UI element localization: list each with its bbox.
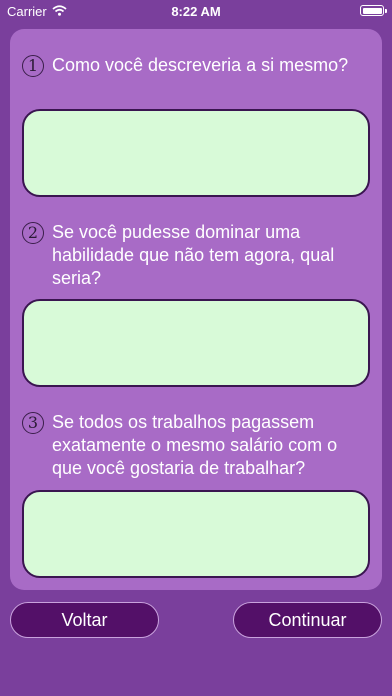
back-button[interactable]: Voltar	[10, 602, 159, 638]
question-text: Se você pudesse dominar uma habilidade q…	[52, 222, 335, 288]
question-1: 1 Como você descreveria a si mesmo?	[22, 54, 362, 77]
status-time: 8:22 AM	[171, 4, 221, 19]
answer-field-2[interactable]	[22, 299, 370, 387]
answer-field-3[interactable]	[22, 490, 370, 578]
question-2: 2 Se você pudesse dominar uma habilidade…	[22, 221, 362, 290]
battery-icon	[360, 5, 387, 16]
question-number-badge: 2	[22, 222, 44, 244]
question-number-badge: 1	[22, 55, 44, 77]
continue-button[interactable]: Continuar	[233, 602, 382, 638]
question-number-badge: 3	[22, 412, 44, 434]
battery-level-fill	[362, 7, 382, 14]
question-3: 3 Se todos os trabalhos pagassem exatame…	[22, 411, 362, 480]
question-text: Como você descreveria a si mesmo?	[52, 55, 349, 75]
status-bar: Carrier 8:22 AM	[0, 0, 392, 22]
answer-field-1[interactable]	[22, 109, 370, 197]
question-text: Se todos os trabalhos pagassem exatament…	[52, 412, 338, 478]
